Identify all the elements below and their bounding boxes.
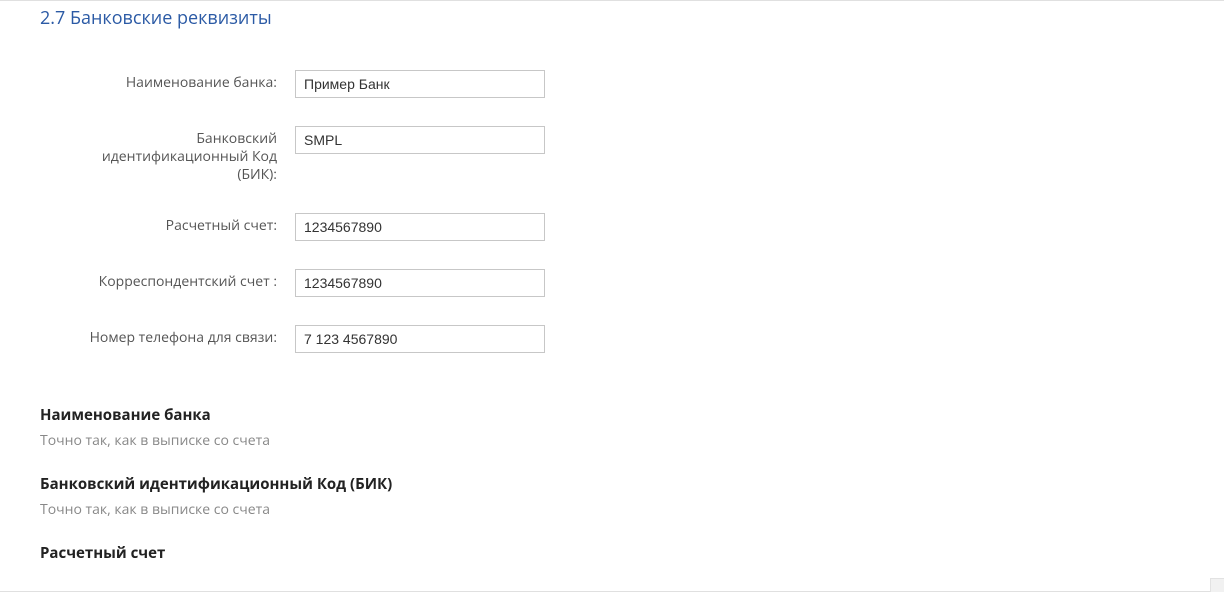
hint-account-title: Расчетный счет — [40, 543, 1184, 563]
field-hints: Наименование банка Точно так, как в выпи… — [40, 405, 1184, 563]
phone-label: Номер телефона для связи: — [80, 325, 295, 347]
hint-bank-name-text: Точно так, как в выписке со счета — [40, 431, 1184, 450]
account-label: Расчетный счет: — [80, 213, 295, 235]
account-input[interactable] — [295, 213, 545, 241]
bank-details-form: Наименование банка: Банковский идентифик… — [80, 70, 1184, 353]
bik-label: Банковский идентификационный Код (БИК): — [80, 126, 295, 185]
section-title: 2.7 Банковские реквизиты — [40, 6, 1184, 30]
corr-account-label: Корреспондентский счет : — [80, 269, 295, 291]
corr-account-input[interactable] — [295, 269, 545, 297]
bank-name-label: Наименование банка: — [80, 70, 295, 92]
bik-input[interactable] — [295, 126, 545, 154]
hint-bik-text: Точно так, как в выписке со счета — [40, 500, 1184, 519]
bank-name-input[interactable] — [295, 70, 545, 98]
scrollbar-corner — [1210, 578, 1224, 592]
phone-input[interactable] — [295, 325, 545, 353]
hint-bik-title: Банковский идентификационный Код (БИК) — [40, 474, 1184, 494]
hint-bank-name-title: Наименование банка — [40, 405, 1184, 425]
